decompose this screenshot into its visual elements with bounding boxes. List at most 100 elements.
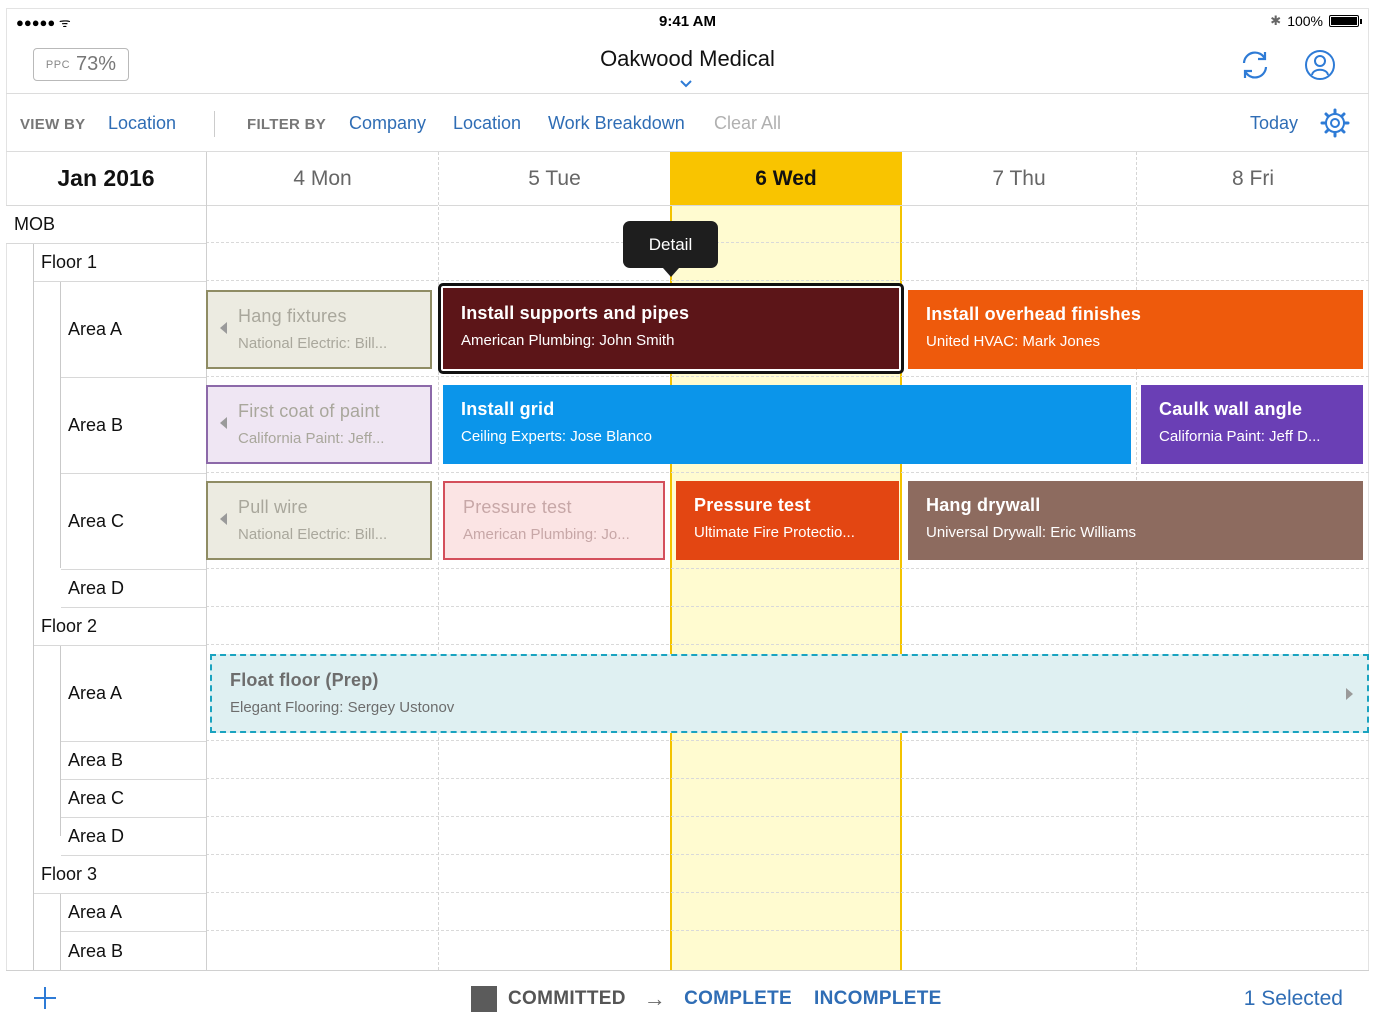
location-f3-area-b[interactable]: Area B xyxy=(61,932,206,970)
detail-tooltip[interactable]: Detail xyxy=(623,221,718,277)
filter-work-breakdown-button[interactable]: Work Breakdown xyxy=(548,113,685,134)
task-title: Pressure test xyxy=(463,497,572,517)
legend-complete-button[interactable]: COMPLETE xyxy=(684,988,792,1010)
location-floor-1[interactable]: Floor 1 xyxy=(34,244,206,282)
legend-incomplete-button[interactable]: INCOMPLETE xyxy=(814,988,942,1010)
task-title: Install grid xyxy=(461,399,555,419)
arrow-left-icon xyxy=(220,513,227,525)
status-right: ✱ 100% xyxy=(1270,13,1362,29)
chevron-down-icon[interactable] xyxy=(679,76,693,92)
view-by-label: VIEW BY xyxy=(20,116,86,133)
location-f3-area-a[interactable]: Area A xyxy=(61,894,206,932)
column-divider xyxy=(1136,152,1137,970)
task-title: Hang fixtures xyxy=(238,306,347,326)
row-line xyxy=(206,242,1369,243)
day-header-tue[interactable]: 5 Tue xyxy=(439,152,670,206)
arrow-right-icon: → xyxy=(643,986,667,1011)
task-title: Install overhead finishes xyxy=(926,304,1142,324)
task-title: Install supports and pipes xyxy=(461,303,690,323)
project-title[interactable]: Oakwood Medical xyxy=(6,46,1369,72)
legend-committed[interactable]: COMMITTED xyxy=(508,988,626,1010)
column-divider xyxy=(438,152,439,970)
location-f1-area-c[interactable]: Area C xyxy=(61,474,206,570)
sync-icon[interactable] xyxy=(1238,48,1272,82)
task-title: Pull wire xyxy=(238,497,308,517)
location-f2-area-a[interactable]: Area A xyxy=(61,646,206,742)
status-bar: ●●●●● ᯤ 9:41 AM ✱ 100% xyxy=(6,8,1369,36)
row-line xyxy=(206,892,1369,893)
filter-bar: VIEW BY Location FILTER BY Company Locat… xyxy=(6,94,1369,152)
clear-all-button[interactable]: Clear All xyxy=(714,113,781,134)
row-line xyxy=(206,740,1369,741)
task-subtitle: United HVAC: Mark Jones xyxy=(926,333,1100,350)
task-card-selected[interactable]: Install supports and pipes American Plum… xyxy=(438,283,904,374)
day-header-mon[interactable]: 4 Mon xyxy=(207,152,438,206)
task-card[interactable]: Hang fixtures National Electric: Bill... xyxy=(206,290,432,369)
location-f2-area-d[interactable]: Area D xyxy=(61,818,206,856)
bluetooth-icon: ✱ xyxy=(1270,13,1282,28)
task-subtitle: American Plumbing: John Smith xyxy=(461,332,675,349)
filter-location-button[interactable]: Location xyxy=(453,113,521,134)
task-subtitle: Ceiling Experts: Jose Blanco xyxy=(461,428,652,445)
filter-by-label: FILTER BY xyxy=(247,116,327,133)
task-subtitle: Universal Drywall: Eric Williams xyxy=(926,524,1137,541)
day-header-thu[interactable]: 7 Thu xyxy=(902,152,1136,206)
task-subtitle: California Paint: Jeff D... xyxy=(1159,428,1321,445)
task-card[interactable]: Float floor (Prep) Elegant Flooring: Ser… xyxy=(210,654,1369,733)
row-line xyxy=(206,854,1369,855)
task-title: Float floor (Prep) xyxy=(230,670,379,690)
user-profile-icon[interactable] xyxy=(1303,48,1337,82)
column-divider xyxy=(206,152,207,970)
schedule-grid: Jan 2016 4 Mon 5 Tue 6 Wed 7 Thu 8 Fri M… xyxy=(6,152,1369,970)
location-mob[interactable]: MOB xyxy=(6,206,206,244)
battery-icon xyxy=(1329,15,1362,27)
location-floor-2[interactable]: Floor 2 xyxy=(34,608,206,646)
location-floor-3[interactable]: Floor 3 xyxy=(34,856,206,894)
task-card[interactable]: Hang drywall Universal Drywall: Eric Wil… xyxy=(908,481,1363,560)
task-subtitle: National Electric: Bill... xyxy=(238,335,388,352)
task-subtitle: American Plumbing: Jo... xyxy=(463,526,630,543)
day-header-wed-today[interactable]: 6 Wed xyxy=(670,152,902,206)
view-by-location-button[interactable]: Location xyxy=(108,113,176,134)
row-line xyxy=(206,778,1369,779)
row-line xyxy=(206,568,1369,569)
task-subtitle: National Electric: Bill... xyxy=(238,526,388,543)
status-time: 9:41 AM xyxy=(659,13,716,30)
selection-count[interactable]: 1 Selected xyxy=(1244,987,1343,1011)
add-icon[interactable] xyxy=(32,985,58,1011)
row-line xyxy=(206,472,1369,473)
status-legend: COMMITTED → COMPLETE INCOMPLETE xyxy=(471,986,942,1012)
today-button[interactable]: Today xyxy=(1250,113,1298,134)
task-title: Hang drywall xyxy=(926,495,1041,515)
divider xyxy=(214,111,215,137)
arrow-left-icon xyxy=(220,322,227,334)
task-subtitle: Ultimate Fire Protectio... xyxy=(694,524,855,541)
location-f1-area-d[interactable]: Area D xyxy=(61,570,206,608)
arrow-left-icon xyxy=(220,417,227,429)
day-header-fri[interactable]: 8 Fri xyxy=(1137,152,1369,206)
task-title: Caulk wall angle xyxy=(1159,399,1303,419)
location-f1-area-a[interactable]: Area A xyxy=(61,282,206,378)
task-subtitle: Elegant Flooring: Sergey Ustonov xyxy=(230,699,455,716)
row-line xyxy=(206,816,1369,817)
title-bar: PPC 73% Oakwood Medical xyxy=(6,36,1369,94)
task-card[interactable]: Pressure test American Plumbing: Jo... xyxy=(443,481,665,560)
task-card[interactable]: Caulk wall angle California Paint: Jeff … xyxy=(1141,385,1363,464)
task-card[interactable]: Install grid Ceiling Experts: Jose Blanc… xyxy=(443,385,1131,464)
gear-icon[interactable] xyxy=(1319,107,1351,139)
location-f1-area-b[interactable]: Area B xyxy=(61,378,206,474)
row-line xyxy=(206,280,1369,281)
arrow-right-icon xyxy=(1346,688,1353,700)
row-line xyxy=(206,376,1369,377)
location-f2-area-c[interactable]: Area C xyxy=(61,780,206,818)
committed-swatch xyxy=(471,986,497,1012)
filter-company-button[interactable]: Company xyxy=(349,113,426,134)
location-f2-area-b[interactable]: Area B xyxy=(61,742,206,780)
task-card[interactable]: Install overhead finishes United HVAC: M… xyxy=(908,290,1363,369)
task-card[interactable]: Pressure test Ultimate Fire Protectio... xyxy=(676,481,899,560)
task-card[interactable]: Pull wire National Electric: Bill... xyxy=(206,481,432,560)
bottom-toolbar: COMMITTED → COMPLETE INCOMPLETE 1 Select… xyxy=(6,970,1369,1025)
task-title: First coat of paint xyxy=(238,401,380,421)
task-card[interactable]: First coat of paint California Paint: Je… xyxy=(206,385,432,464)
row-line xyxy=(206,644,1369,645)
